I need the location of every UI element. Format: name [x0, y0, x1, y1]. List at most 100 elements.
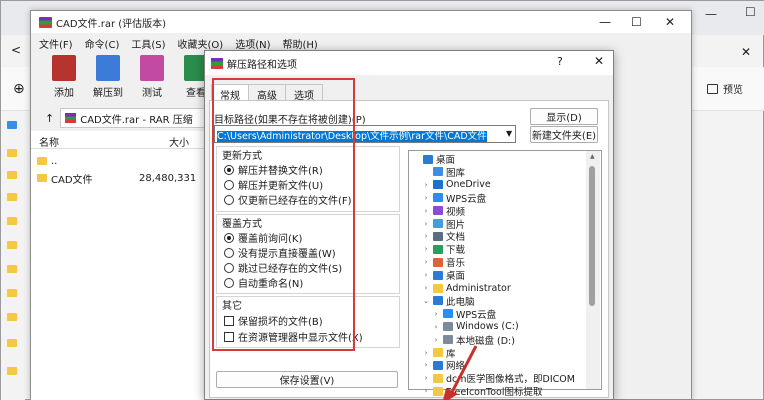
tree-item[interactable]: ⌄ 此电脑	[422, 295, 475, 308]
scroll-up-icon[interactable]: ▲	[590, 153, 595, 160]
expand-toggle-icon[interactable]: ›	[422, 258, 430, 266]
preview-icon	[707, 83, 718, 94]
expand-toggle-icon[interactable]: ›	[422, 194, 430, 202]
folder-icon	[433, 231, 443, 241]
file-list: .. CAD文件 28,480,331	[31, 149, 207, 400]
menu-commands[interactable]: 命令(C)	[85, 36, 120, 51]
scrollbar-thumb[interactable]	[589, 166, 595, 306]
tree-item[interactable]: › OneDrive	[422, 179, 491, 191]
tree-item-label: 下载	[446, 245, 466, 257]
tree-item[interactable]: › 下载	[422, 243, 466, 257]
save-settings-button[interactable]: 保存设置(V)	[216, 371, 398, 388]
folder-icon	[443, 309, 453, 319]
column-name[interactable]: 名称	[39, 134, 59, 149]
maximize-icon[interactable]: ☐	[745, 5, 756, 19]
tree-item[interactable]: › 音乐	[422, 256, 465, 269]
tree-item-label: 视频	[446, 206, 466, 218]
tree-item[interactable]: › Administrator	[422, 282, 511, 294]
extract-to-button[interactable]: 解压到	[91, 55, 125, 99]
expand-toggle-icon[interactable]: ›	[422, 361, 430, 369]
column-size[interactable]: 大小	[169, 134, 189, 149]
folder-icon	[7, 289, 17, 297]
maximize-icon[interactable]: ☐	[631, 15, 642, 29]
file-name: CAD文件	[51, 174, 93, 186]
expand-toggle-icon[interactable]: ›	[422, 271, 430, 279]
file-list-header: 名称 大小	[31, 131, 207, 149]
close-icon[interactable]: ✕	[665, 15, 675, 29]
expand-toggle-icon[interactable]: ›	[422, 245, 430, 253]
menu-tools[interactable]: 工具(S)	[131, 36, 165, 51]
tree-item[interactable]: 图库	[422, 166, 466, 179]
add-label: 添加	[54, 88, 74, 99]
expand-toggle-icon[interactable]: ›	[422, 374, 430, 382]
expand-toggle-icon[interactable]: ›	[422, 220, 430, 228]
list-item[interactable]: ..	[31, 153, 207, 169]
tree-item[interactable]: › 文档	[422, 230, 466, 244]
folder-icon	[433, 244, 443, 254]
arrow-head	[443, 388, 458, 400]
tree-item[interactable]: › WPS云盘	[422, 192, 486, 205]
add-button[interactable]: 添加	[47, 55, 81, 99]
expand-toggle-icon[interactable]: ›	[422, 232, 430, 240]
expand-toggle-icon[interactable]: ⌄	[422, 297, 430, 305]
expand-toggle-icon[interactable]: ›	[432, 323, 440, 331]
minimize-icon[interactable]: —	[599, 15, 611, 29]
expand-toggle-icon[interactable]: ›	[422, 349, 430, 357]
folder-icon	[433, 167, 443, 177]
list-item[interactable]: CAD文件 28,480,331	[31, 170, 207, 186]
close-button[interactable]: ✕	[594, 54, 604, 68]
folder-icon	[433, 283, 443, 293]
minimize-icon[interactable]: —	[705, 7, 717, 21]
tree-item-label: 文档	[446, 232, 466, 244]
winrar-title: CAD文件.rar (评估版本)	[56, 18, 167, 30]
help-button[interactable]: ?	[557, 55, 563, 68]
up-arrow-icon[interactable]: ↑	[45, 112, 54, 125]
tree-item[interactable]: › 桌面	[422, 269, 466, 283]
tree-item-label: Administrator	[446, 282, 511, 294]
tree-item[interactable]: › WPS云盘	[432, 308, 497, 321]
winrar-toolbar: 添加 解压到 测试 查看	[47, 55, 213, 99]
expand-toggle-icon[interactable]: ›	[422, 207, 430, 215]
arrow-shaft	[448, 345, 478, 397]
tree-item[interactable]: › 图片	[422, 218, 465, 231]
expand-toggle-icon[interactable]: ›	[432, 336, 440, 344]
tree-item-label: WPS云盘	[456, 309, 497, 321]
tree-item-label: 桌面	[446, 271, 466, 283]
menu-help[interactable]: 帮助(H)	[283, 36, 318, 51]
preview-button[interactable]: 预览	[707, 81, 743, 96]
tree-item[interactable]: › Windows (C:)	[432, 321, 519, 333]
tree-item[interactable]: › 视频	[422, 205, 466, 218]
expand-toggle-icon[interactable]: ›	[432, 310, 440, 318]
menu-options[interactable]: 选项(N)	[235, 36, 270, 51]
chevron-down-icon[interactable]: ▼	[506, 129, 512, 138]
test-button[interactable]: 测试	[135, 55, 169, 99]
folder-icon	[443, 322, 453, 332]
add-archive-icon	[52, 55, 76, 81]
red-arrow-annotation	[443, 345, 478, 400]
show-button[interactable]: 显示(D)	[530, 108, 598, 125]
folder-icon	[7, 149, 17, 157]
archive-path-field[interactable]: CAD文件.rar - RAR 压缩	[60, 108, 205, 128]
expand-toggle-icon[interactable]: ›	[422, 181, 430, 189]
tree-item[interactable]: 桌面	[412, 153, 455, 166]
preview-label: 预览	[723, 85, 743, 96]
folder-icon	[423, 154, 433, 164]
view-label: 查看	[186, 88, 206, 99]
new-folder-button[interactable]: 新建文件夹(E)	[530, 126, 598, 143]
add-tab-icon[interactable]: ⊕	[13, 81, 25, 97]
folder-icon	[433, 206, 443, 216]
expand-toggle-icon[interactable]: ›	[422, 284, 430, 292]
test-icon	[140, 55, 164, 81]
menu-file[interactable]: 文件(F)	[39, 36, 73, 51]
folder-icon	[433, 193, 443, 203]
expand-toggle-icon[interactable]: ›	[422, 387, 430, 395]
close-tab-icon[interactable]: ✕	[741, 45, 751, 59]
archive-icon	[65, 113, 77, 123]
tree-item-label: 图库	[446, 167, 466, 179]
menu-favorites[interactable]: 收藏夹(O)	[178, 36, 224, 51]
tree-item-label: 此电脑	[446, 296, 475, 308]
folder-icon	[443, 335, 453, 345]
archive-path: CAD文件.rar - RAR 压缩	[80, 114, 193, 126]
back-icon[interactable]: <	[11, 43, 21, 57]
dialog-title: 解压路径和选项	[227, 59, 297, 71]
